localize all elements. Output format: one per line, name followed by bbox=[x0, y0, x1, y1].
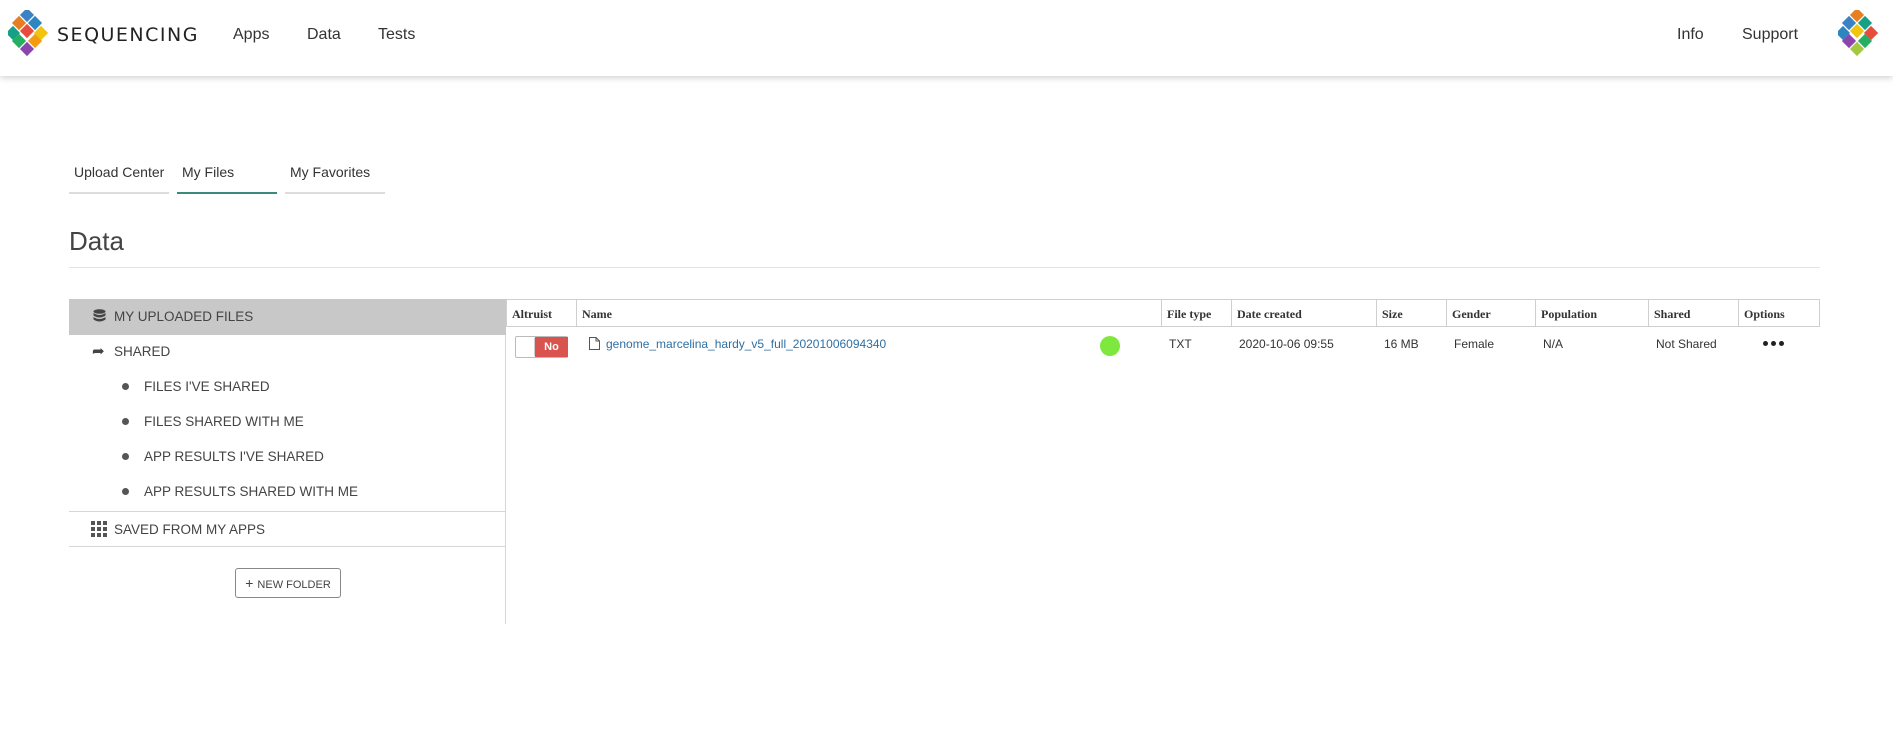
page-title: Data bbox=[69, 226, 124, 256]
column-header-size[interactable]: Size bbox=[1377, 300, 1447, 326]
cell-shared: Not Shared bbox=[1656, 337, 1717, 351]
new-folder-button[interactable]: + NEW FOLDER bbox=[235, 568, 341, 598]
bullet-icon bbox=[122, 383, 129, 390]
share-arrow-icon: ➦ bbox=[92, 343, 105, 360]
altruist-toggle[interactable]: No bbox=[515, 336, 568, 358]
column-header-altruist[interactable]: Altruist bbox=[507, 300, 577, 326]
sidebar-item-label: FILES SHARED WITH ME bbox=[144, 414, 304, 429]
bullet-icon bbox=[122, 488, 129, 495]
tab-upload-center[interactable]: Upload Center bbox=[69, 164, 169, 194]
sidebar-item-app-results-shared-with-me[interactable]: APP RESULTS SHARED WITH ME bbox=[69, 474, 506, 509]
sidebar-item-label: MY UPLOADED FILES bbox=[114, 309, 254, 324]
sidebar-item-saved-from-my-apps[interactable]: SAVED FROM MY APPS bbox=[69, 511, 506, 547]
nav-info[interactable]: Info bbox=[1677, 26, 1704, 44]
toggle-state-label: No bbox=[535, 337, 568, 357]
title-divider bbox=[69, 267, 1820, 268]
bullet-icon bbox=[122, 418, 129, 425]
file-name-link[interactable]: genome_marcelina_hardy_v5_full_202010060… bbox=[606, 337, 886, 351]
column-header-population[interactable]: Population bbox=[1536, 300, 1649, 326]
row-options-button[interactable] bbox=[1763, 341, 1784, 346]
tab-my-favorites[interactable]: My Favorites bbox=[285, 164, 385, 194]
toggle-knob bbox=[517, 338, 535, 356]
sidebar-item-my-uploaded-files[interactable]: MY UPLOADED FILES bbox=[69, 299, 506, 335]
column-header-shared[interactable]: Shared bbox=[1649, 300, 1739, 326]
cell-date-created: 2020-10-06 09:55 bbox=[1239, 337, 1334, 351]
cell-file-type: TXT bbox=[1169, 337, 1192, 351]
file-status-indicator bbox=[1100, 336, 1120, 356]
nav-data[interactable]: Data bbox=[307, 26, 341, 44]
sidebar-item-files-shared-with-me[interactable]: FILES SHARED WITH ME bbox=[69, 404, 506, 439]
sidebar-item-app-results-ive-shared[interactable]: APP RESULTS I'VE SHARED bbox=[69, 439, 506, 474]
sidebar-item-label: SAVED FROM MY APPS bbox=[114, 522, 266, 537]
column-header-date-created[interactable]: Date created bbox=[1232, 300, 1377, 326]
plus-icon: + bbox=[245, 575, 254, 591]
brand-name[interactable]: SEQUENCING bbox=[57, 24, 199, 46]
more-dots-icon bbox=[1771, 341, 1776, 346]
sidebar-item-label: SHARED bbox=[114, 344, 171, 359]
sidebar-item-label: APP RESULTS SHARED WITH ME bbox=[144, 484, 359, 499]
user-menu-logo-icon[interactable] bbox=[1838, 10, 1878, 60]
sequencing-logo-icon[interactable] bbox=[8, 10, 48, 60]
database-icon bbox=[93, 309, 106, 322]
top-header: SEQUENCING Apps Data Tests Info Support bbox=[0, 0, 1893, 76]
cell-size: 16 MB bbox=[1384, 337, 1419, 351]
column-header-gender[interactable]: Gender bbox=[1447, 300, 1536, 326]
table-header: Altruist Name File type Date created Siz… bbox=[506, 299, 1820, 327]
apps-grid-icon bbox=[91, 521, 107, 537]
more-dots-icon bbox=[1763, 341, 1768, 346]
file-icon bbox=[589, 337, 600, 350]
column-header-options: Options bbox=[1744, 307, 1785, 321]
nav-support[interactable]: Support bbox=[1742, 26, 1798, 44]
table-row: No genome_marcelina_hardy_v5_full_202010… bbox=[506, 327, 1820, 365]
nav-apps[interactable]: Apps bbox=[233, 26, 269, 44]
cell-gender: Female bbox=[1454, 337, 1495, 351]
tab-my-files[interactable]: My Files bbox=[177, 164, 277, 194]
sidebar-item-files-ive-shared[interactable]: FILES I'VE SHARED bbox=[69, 369, 506, 404]
sidebar-item-label: APP RESULTS I'VE SHARED bbox=[144, 449, 324, 464]
folder-sidebar: MY UPLOADED FILES ➦ SHARED FILES I'VE SH… bbox=[69, 299, 506, 624]
new-folder-label: NEW FOLDER bbox=[257, 579, 331, 591]
column-header-file-type[interactable]: File type bbox=[1162, 300, 1232, 326]
bullet-icon bbox=[122, 453, 129, 460]
more-dots-icon bbox=[1779, 341, 1784, 346]
column-header-name[interactable]: Name bbox=[577, 300, 1162, 326]
sidebar-item-shared[interactable]: ➦ SHARED bbox=[69, 335, 506, 369]
sidebar-item-label: FILES I'VE SHARED bbox=[144, 379, 270, 394]
nav-tests[interactable]: Tests bbox=[378, 26, 415, 44]
cell-population: N/A bbox=[1543, 337, 1564, 351]
